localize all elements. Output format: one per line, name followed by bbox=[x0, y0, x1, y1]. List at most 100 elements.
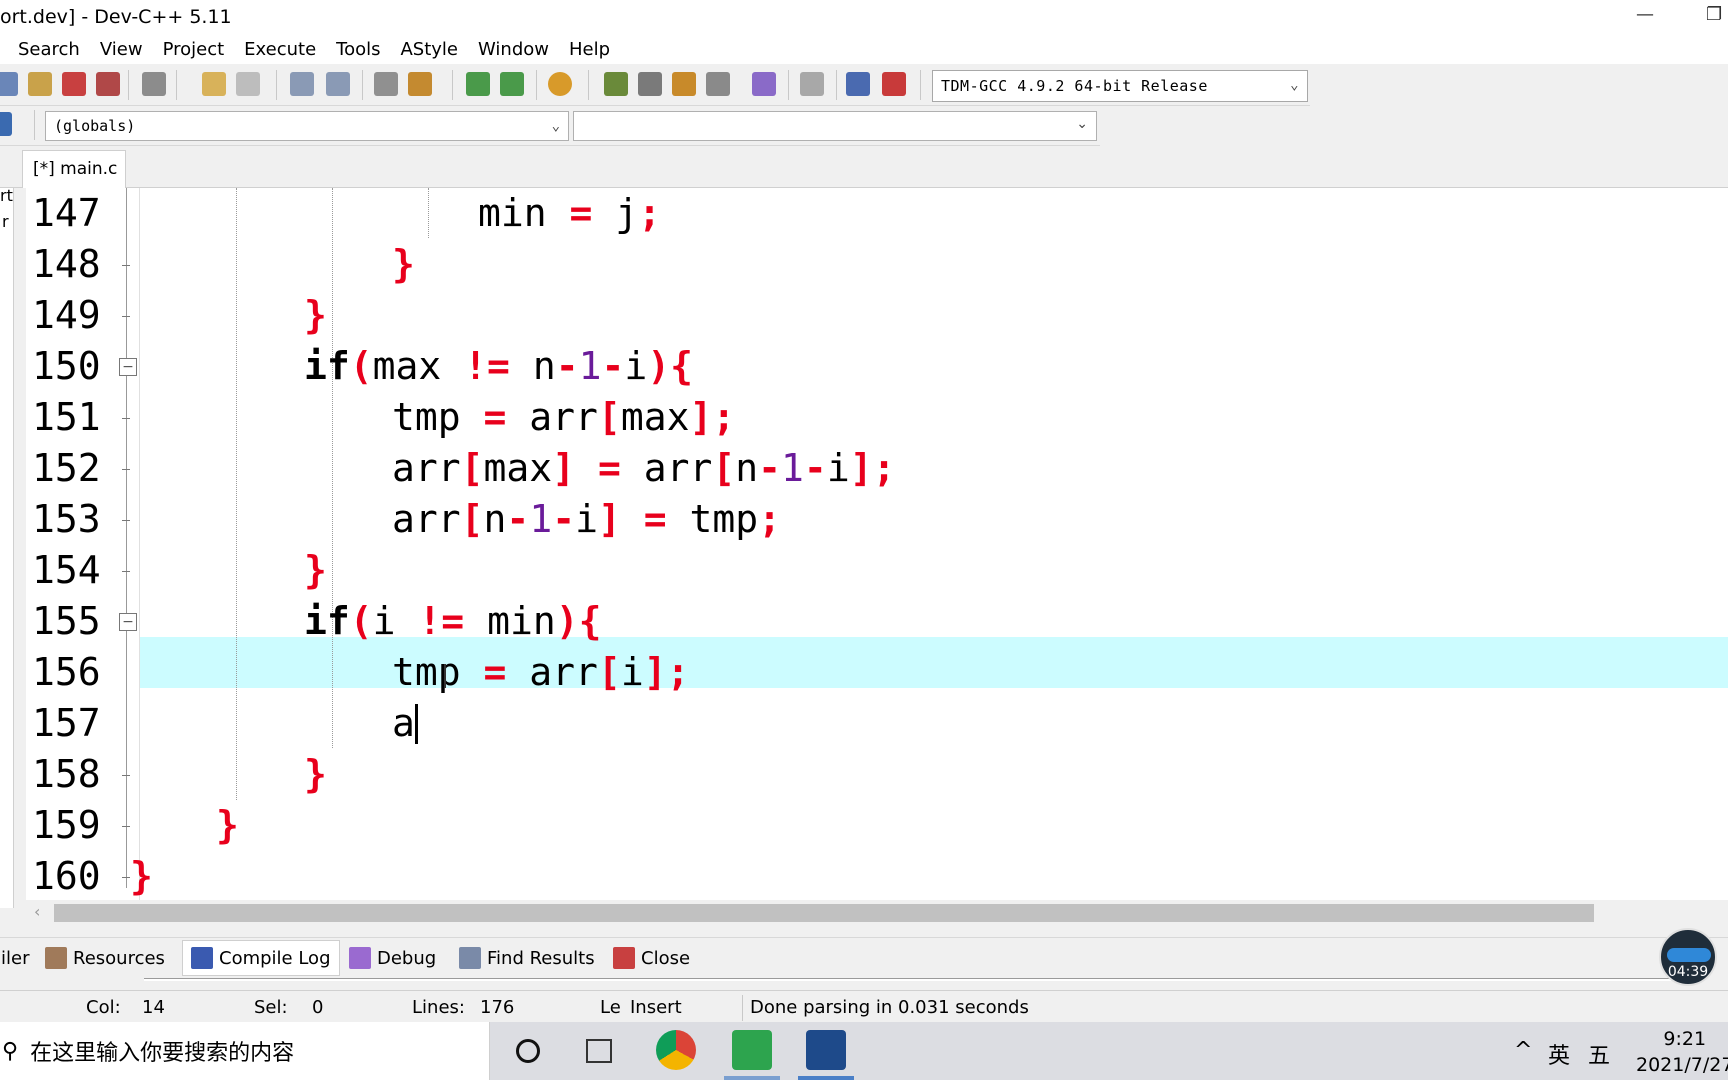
status-lines-value: 176 bbox=[480, 997, 515, 1018]
redo-icon[interactable] bbox=[236, 72, 260, 96]
status-bar: Col: 14 Sel: 0 Lines: 176 Le Insert Done… bbox=[0, 990, 1728, 1024]
tab-debug-label: Debug bbox=[377, 947, 437, 969]
run-icon[interactable] bbox=[638, 72, 662, 96]
replace-icon[interactable] bbox=[326, 72, 350, 96]
class-browser-toolbar: (globals) ⌄ ⌄ bbox=[0, 106, 1100, 146]
taskbar-clock[interactable]: 9:21 2021/7/27 bbox=[1636, 1026, 1728, 1078]
menu-astyle[interactable]: AStyle bbox=[400, 39, 458, 60]
scope-select[interactable]: (globals) ⌄ bbox=[45, 111, 569, 141]
minimize-button[interactable]: — bbox=[1636, 4, 1654, 25]
tab-label: [*] main.c bbox=[33, 159, 118, 179]
hbuilder-icon[interactable] bbox=[732, 1030, 772, 1070]
tab-find-results[interactable]: Find Results bbox=[458, 940, 596, 976]
fold-end-mark bbox=[122, 520, 130, 521]
menu-view[interactable]: View bbox=[100, 39, 143, 60]
menu-tools[interactable]: Tools bbox=[336, 39, 380, 60]
code-editor[interactable]: 147 148 149 150 151 152 153 154 155 156 … bbox=[26, 188, 1728, 900]
toolbar-separator bbox=[34, 110, 35, 140]
profile-chart-icon[interactable] bbox=[846, 72, 870, 96]
menu-help[interactable]: Help bbox=[569, 39, 610, 60]
code-line-156: tmp = arr[i]; bbox=[392, 650, 690, 694]
remove-file-icon[interactable] bbox=[500, 72, 524, 96]
status-separator bbox=[742, 995, 743, 1021]
toolbar-separator bbox=[920, 70, 921, 100]
tab-resources[interactable]: Resources bbox=[44, 940, 166, 976]
undo-icon[interactable] bbox=[202, 72, 226, 96]
save-icon[interactable] bbox=[0, 72, 18, 96]
indent-guide bbox=[428, 188, 429, 238]
project-panel-edge[interactable]: rt r bbox=[0, 186, 14, 908]
devcpp-icon[interactable] bbox=[806, 1030, 846, 1070]
taskbar-search-placeholder: 在这里输入你要搜索的内容 bbox=[30, 1041, 295, 1066]
tab-close[interactable]: Close bbox=[612, 940, 691, 976]
find-icon[interactable] bbox=[290, 72, 314, 96]
tab-compiler[interactable]: iler bbox=[0, 940, 30, 976]
tray-chevron-icon[interactable]: ^ bbox=[1514, 1038, 1532, 1063]
text-caret bbox=[414, 704, 418, 744]
debug-check-icon bbox=[349, 947, 371, 969]
line-number: 152 bbox=[32, 446, 101, 490]
task-view-icon[interactable] bbox=[586, 1039, 612, 1063]
unindent-icon[interactable] bbox=[408, 72, 432, 96]
stop-icon[interactable] bbox=[800, 72, 824, 96]
ibeam-cursor-icon bbox=[444, 664, 446, 688]
fold-collapse-icon[interactable]: − bbox=[119, 613, 137, 631]
add-file-icon[interactable] bbox=[466, 72, 490, 96]
panel-divider bbox=[144, 978, 1684, 981]
recorder-wave-icon bbox=[1667, 948, 1711, 962]
line-number: 153 bbox=[32, 497, 101, 541]
project-options-icon[interactable] bbox=[548, 72, 572, 96]
close-all-icon[interactable] bbox=[96, 72, 120, 96]
screen-recorder-badge[interactable]: 04:39 bbox=[1659, 928, 1717, 986]
menu-search[interactable]: Search bbox=[18, 39, 80, 60]
save-all-icon[interactable] bbox=[28, 72, 52, 96]
tab-debug[interactable]: Debug bbox=[348, 940, 437, 976]
fold-end-mark bbox=[122, 316, 130, 317]
tab-main-c[interactable]: [*] main.c bbox=[22, 150, 126, 188]
indent-icon[interactable] bbox=[374, 72, 398, 96]
editor-tab-bar: [*] main.c bbox=[0, 146, 1728, 188]
close-panel-icon bbox=[613, 947, 635, 969]
status-col-label: Col: bbox=[86, 997, 121, 1018]
scrollbar-thumb[interactable] bbox=[54, 904, 1594, 922]
tab-compile-log[interactable]: Compile Log bbox=[182, 940, 340, 976]
code-line-153: arr[n-1-i] = tmp; bbox=[392, 497, 782, 541]
fold-end-mark bbox=[122, 826, 130, 827]
search-icon: ⚲ bbox=[2, 1038, 19, 1064]
line-number: 160 bbox=[32, 854, 101, 898]
chevron-down-icon: ⌄ bbox=[1076, 116, 1088, 132]
scroll-left-icon[interactable]: ‹ bbox=[34, 902, 40, 921]
delete-profile-icon[interactable] bbox=[882, 72, 906, 96]
code-line-151: tmp = arr[max]; bbox=[392, 395, 736, 439]
class-browser-icon[interactable] bbox=[0, 112, 12, 136]
menu-execute[interactable]: Execute bbox=[244, 39, 316, 60]
taskbar-search[interactable]: ⚲ 在这里输入你要搜索的内容 bbox=[0, 1022, 490, 1080]
debug-check-icon[interactable] bbox=[752, 72, 776, 96]
compile-icon[interactable] bbox=[604, 72, 628, 96]
print-icon[interactable] bbox=[142, 72, 166, 96]
rebuild-icon[interactable] bbox=[706, 72, 730, 96]
tab-close-label: Close bbox=[641, 947, 691, 969]
horizontal-scrollbar[interactable]: ‹ bbox=[26, 900, 1728, 926]
restore-button[interactable]: ❐ bbox=[1706, 4, 1722, 25]
compile-run-icon[interactable] bbox=[672, 72, 696, 96]
ime-mode[interactable]: 五 bbox=[1588, 1038, 1610, 1070]
code-line-157: a bbox=[392, 698, 418, 749]
taskbar: ⚲ 在这里输入你要搜索的内容 ^ 英 五 9:21 2021/7/27 bbox=[0, 1022, 1728, 1080]
status-le-label: Le bbox=[600, 997, 621, 1018]
line-number: 149 bbox=[32, 293, 101, 337]
ime-language[interactable]: 英 bbox=[1548, 1038, 1570, 1070]
app-running-indicator bbox=[724, 1076, 780, 1080]
line-number: 158 bbox=[32, 752, 101, 796]
member-select[interactable]: ⌄ bbox=[573, 111, 1097, 141]
fold-collapse-icon[interactable]: − bbox=[119, 358, 137, 376]
menu-project[interactable]: Project bbox=[163, 39, 225, 60]
chrome-icon[interactable] bbox=[656, 1030, 696, 1070]
bottom-panel-tabs: iler Resources Compile Log Debug Find Re… bbox=[0, 937, 1728, 981]
close-file-icon[interactable] bbox=[62, 72, 86, 96]
toolbar-separator bbox=[588, 70, 589, 100]
fold-end-mark bbox=[122, 469, 130, 470]
cortana-icon[interactable] bbox=[516, 1039, 540, 1063]
compiler-select[interactable]: TDM-GCC 4.9.2 64-bit Release ⌄ bbox=[932, 70, 1308, 102]
menu-window[interactable]: Window bbox=[478, 39, 549, 60]
